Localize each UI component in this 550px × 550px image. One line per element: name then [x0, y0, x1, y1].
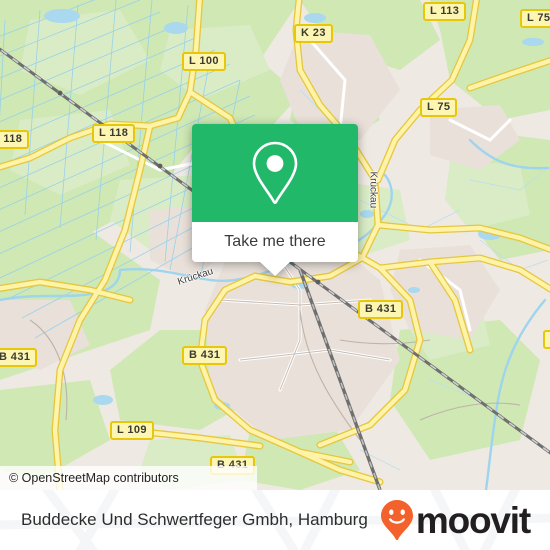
road-shield: B 431 [0, 348, 38, 367]
road-shield: L 75 [420, 98, 458, 117]
road-shield: L 118 [92, 124, 136, 143]
road-shield: L 75 [543, 330, 550, 349]
map-canvas[interactable]: L 118 L 100 L 118 K 23 L 113 L 75 L 75 B 431 B 4… [0, 0, 550, 490]
road-shield: B 431 [358, 300, 404, 319]
take-me-there-label: Take me there [224, 233, 326, 250]
popup-tail-arrow [260, 262, 290, 276]
popup-header [192, 124, 358, 222]
take-me-there-button[interactable]: Take me there [192, 222, 358, 262]
road-shield: L 113 [423, 2, 467, 21]
attribution-text: © OpenStreetMap contributors [9, 471, 179, 485]
river-label: Krückau [367, 171, 379, 209]
road-shield: B 431 [182, 346, 228, 365]
place-name: Buddecke Und Schwertfeger Gmbh, Hamburg [21, 490, 368, 550]
map-popup-card[interactable]: Take me there [192, 124, 358, 276]
road-shield: L 100 [182, 52, 226, 71]
moovit-wordmark: moovit [415, 499, 531, 541]
road-shield: L 75 [520, 9, 550, 28]
moovit-logo[interactable]: moovit [380, 490, 531, 550]
map-attribution: © OpenStreetMap contributors [0, 466, 257, 490]
road-shield: L 118 [0, 130, 30, 149]
road-shield: L 109 [110, 421, 154, 440]
moovit-map-screenshot: L 118 L 100 L 118 K 23 L 113 L 75 L 75 B 431 B 4… [0, 0, 550, 550]
location-pin-icon [252, 141, 298, 204]
place-name-text: Buddecke Und Schwertfeger Gmbh, Hamburg [21, 510, 368, 529]
road-shield: K 23 [294, 24, 333, 43]
bottom-info-bar: Buddecke Und Schwertfeger Gmbh, Hamburg … [0, 490, 550, 550]
moovit-pin-icon [380, 500, 413, 540]
